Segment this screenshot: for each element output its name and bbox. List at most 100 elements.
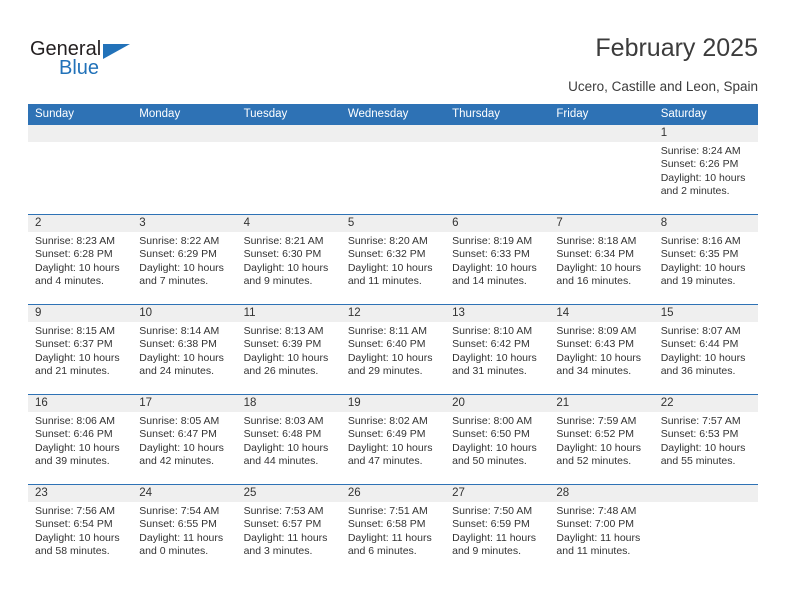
calendar-day-cell[interactable]: 17 Sunrise: 8:05 AM Sunset: 6:47 PM Dayligh… [132, 395, 237, 484]
daylight-text: Daylight: 10 hours and 39 minutes. [35, 441, 120, 468]
sunrise-text: Sunrise: 8:20 AM [347, 235, 428, 247]
calendar-day-cell[interactable]: 15 Sunrise: 8:07 AM Sunset: 6:44 PM Dayligh… [653, 305, 758, 394]
sunset-text: Sunset: 6:26 PM [660, 158, 739, 171]
sunrise-text: Sunrise: 8:24 AM [660, 145, 741, 157]
day-number: 15 [653, 305, 758, 322]
calendar-day-cell[interactable]: 16 Sunrise: 8:06 AM Sunset: 6:46 PM Dayligh… [28, 395, 133, 484]
sunrise-text: Sunrise: 8:00 AM [452, 415, 533, 427]
calendar-day-cell[interactable]: 1 Sunrise: 8:24 AM Sunset: 6:26 PM Daylight… [653, 125, 758, 214]
daylight-text: Daylight: 11 hours and 11 minutes. [556, 531, 641, 558]
sunset-text: Sunset: 6:34 PM [556, 248, 635, 261]
weekday-header-friday: Friday [556, 108, 589, 120]
calendar-day-cell[interactable]: 22 Sunrise: 7:57 AM Sunset: 6:53 PM Dayligh… [653, 395, 758, 484]
sunrise-text: Sunrise: 8:07 AM [660, 325, 741, 337]
weekday-header-row: Sunday Monday Tuesday Wednesday Thursday Frid… [28, 104, 758, 125]
calendar-day-cell[interactable]: 8 Sunrise: 8:16 AM Sunset: 6:35 PM Daylight… [653, 215, 758, 304]
sunrise-text: Sunrise: 7:53 AM [243, 505, 324, 517]
sunset-text: Sunset: 6:44 PM [660, 338, 739, 351]
page-subtitle: Ucero, Castille and Leon, Spain [568, 79, 758, 94]
daylight-text: Daylight: 10 hours and 4 minutes. [35, 261, 120, 288]
day-sun-info: Sunrise: 7:50 AM Sunset: 6:59 PM Daylight:… [445, 502, 549, 559]
calendar-day-cell-empty [132, 125, 237, 214]
day-number: 4 [236, 215, 341, 232]
calendar-page: General Blue February 2025 Ucero, Castil… [0, 0, 792, 612]
sunset-text: Sunset: 6:28 PM [35, 248, 113, 261]
calendar-day-cell[interactable]: 2 Sunrise: 8:23 AM Sunset: 6:28 PM Daylight… [28, 215, 133, 304]
daylight-text: Daylight: 10 hours and 11 minutes. [347, 261, 433, 288]
sunset-text: Sunset: 6:46 PM [35, 428, 113, 441]
calendar-day-cell[interactable]: 7 Sunrise: 8:18 AM Sunset: 6:34 PM Daylight… [549, 215, 654, 304]
day-number: 7 [549, 215, 654, 232]
calendar-day-cell[interactable]: 20 Sunrise: 8:00 AM Sunset: 6:50 PM Dayligh… [445, 395, 550, 484]
daylight-text: Daylight: 10 hours and 19 minutes. [660, 261, 746, 288]
calendar-day-cell[interactable]: 21 Sunrise: 7:59 AM Sunset: 6:52 PM Dayligh… [549, 395, 654, 484]
daylight-text: Daylight: 10 hours and 31 minutes. [452, 351, 537, 378]
day-number: 26 [340, 485, 446, 502]
calendar-day-cell[interactable]: 9 Sunrise: 8:15 AM Sunset: 6:37 PM Daylight… [28, 305, 133, 394]
calendar-week-row: 23 Sunrise: 7:56 AM Sunset: 6:54 PM Dayligh… [28, 484, 758, 574]
day-number: 1 [653, 125, 758, 142]
calendar-day-cell[interactable]: 18 Sunrise: 8:03 AM Sunset: 6:48 PM Dayligh… [236, 395, 341, 484]
calendar-day-cell[interactable]: 25 Sunrise: 7:53 AM Sunset: 6:57 PM Dayligh… [236, 485, 341, 574]
sunrise-text: Sunrise: 8:06 AM [35, 415, 115, 427]
sunrise-text: Sunrise: 8:05 AM [139, 415, 220, 427]
sunrise-text: Sunrise: 8:02 AM [347, 415, 428, 427]
calendar-day-cell[interactable]: 10 Sunrise: 8:14 AM Sunset: 6:38 PM Dayligh… [132, 305, 237, 394]
calendar-day-cell[interactable]: 26 Sunrise: 7:51 AM Sunset: 6:58 PM Dayligh… [340, 485, 446, 574]
sunset-text: Sunset: 6:40 PM [347, 338, 426, 351]
sunset-text: Sunset: 6:55 PM [139, 518, 217, 531]
weekday-header-monday: Monday [139, 108, 181, 120]
day-sun-info: Sunrise: 8:13 AM Sunset: 6:39 PM Daylight:… [237, 322, 341, 379]
sunrise-text: Sunrise: 8:22 AM [139, 235, 220, 247]
calendar-day-cell[interactable]: 11 Sunrise: 8:13 AM Sunset: 6:39 PM Dayligh… [236, 305, 341, 394]
sunset-text: Sunset: 6:35 PM [660, 248, 739, 261]
sunset-text: Sunset: 6:50 PM [452, 428, 530, 441]
sunset-text: Sunset: 6:29 PM [139, 248, 217, 261]
calendar-day-cell[interactable]: 5 Sunrise: 8:20 AM Sunset: 6:32 PM Daylight… [340, 215, 446, 304]
day-sun-info: Sunrise: 8:19 AM Sunset: 6:33 PM Daylight:… [445, 232, 549, 289]
day-sun-info: Sunrise: 8:09 AM Sunset: 6:43 PM Daylight:… [549, 322, 653, 379]
calendar-day-cell[interactable]: 27 Sunrise: 7:50 AM Sunset: 6:59 PM Dayligh… [445, 485, 550, 574]
day-number: 5 [340, 215, 446, 232]
day-sun-info: Sunrise: 8:05 AM Sunset: 6:47 PM Daylight:… [132, 412, 236, 469]
calendar-week-row: 1 Sunrise: 8:24 AM Sunset: 6:26 PM Daylight… [28, 125, 758, 214]
calendar-day-cell[interactable]: 12 Sunrise: 8:11 AM Sunset: 6:40 PM Dayligh… [340, 305, 446, 394]
calendar-day-cell[interactable]: 4 Sunrise: 8:21 AM Sunset: 6:30 PM Daylight… [236, 215, 341, 304]
day-number: 17 [132, 395, 237, 412]
sunset-text: Sunset: 6:58 PM [347, 518, 426, 531]
daylight-text: Daylight: 11 hours and 0 minutes. [139, 531, 224, 558]
sunset-text: Sunset: 6:32 PM [347, 248, 426, 261]
calendar-day-cell[interactable]: 23 Sunrise: 7:56 AM Sunset: 6:54 PM Dayligh… [28, 485, 133, 574]
day-sun-info: Sunrise: 8:21 AM Sunset: 6:30 PM Daylight:… [237, 232, 341, 289]
calendar-day-cell[interactable]: 19 Sunrise: 8:02 AM Sunset: 6:49 PM Dayligh… [340, 395, 446, 484]
calendar-day-cell[interactable]: 28 Sunrise: 7:48 AM Sunset: 7:00 PM Dayligh… [549, 485, 654, 574]
day-number: 2 [28, 215, 133, 232]
day-number: 27 [445, 485, 550, 502]
weekday-header-wednesday: Wednesday [347, 108, 409, 120]
day-number: 16 [28, 395, 133, 412]
day-number: 24 [132, 485, 237, 502]
day-sun-info: Sunrise: 7:53 AM Sunset: 6:57 PM Daylight:… [237, 502, 341, 559]
calendar-day-cell[interactable]: 13 Sunrise: 8:10 AM Sunset: 6:42 PM Dayligh… [445, 305, 550, 394]
day-sun-info: Sunrise: 7:57 AM Sunset: 6:53 PM Daylight:… [654, 412, 758, 469]
calendar-day-cell-empty [549, 125, 654, 214]
calendar-day-cell[interactable]: 6 Sunrise: 8:19 AM Sunset: 6:33 PM Daylight… [445, 215, 550, 304]
calendar-day-cell[interactable]: 14 Sunrise: 8:09 AM Sunset: 6:43 PM Dayligh… [549, 305, 654, 394]
calendar-day-cell[interactable]: 24 Sunrise: 7:54 AM Sunset: 6:55 PM Dayligh… [132, 485, 237, 574]
general-blue-logo[interactable]: General Blue [30, 38, 150, 84]
calendar-week-row: 9 Sunrise: 8:15 AM Sunset: 6:37 PM Daylight… [28, 304, 758, 394]
daylight-text: Daylight: 10 hours and 2 minutes. [660, 171, 746, 198]
calendar-week-row: 2 Sunrise: 8:23 AM Sunset: 6:28 PM Daylight… [28, 214, 758, 304]
daylight-text: Daylight: 10 hours and 44 minutes. [243, 441, 329, 468]
day-number: 8 [653, 215, 758, 232]
calendar-day-cell-empty [340, 125, 446, 214]
sunrise-text: Sunrise: 7:54 AM [139, 505, 220, 517]
day-sun-info: Sunrise: 7:51 AM Sunset: 6:58 PM Daylight:… [341, 502, 445, 559]
day-number: 13 [445, 305, 550, 322]
sunset-text: Sunset: 6:53 PM [660, 428, 739, 441]
day-sun-info: Sunrise: 8:24 AM Sunset: 6:26 PM Daylight:… [654, 142, 758, 199]
calendar-day-cell[interactable]: 3 Sunrise: 8:22 AM Sunset: 6:29 PM Daylight… [132, 215, 237, 304]
day-number: 9 [28, 305, 133, 322]
sunrise-text: Sunrise: 8:18 AM [556, 235, 637, 247]
triangle-icon [103, 44, 130, 59]
